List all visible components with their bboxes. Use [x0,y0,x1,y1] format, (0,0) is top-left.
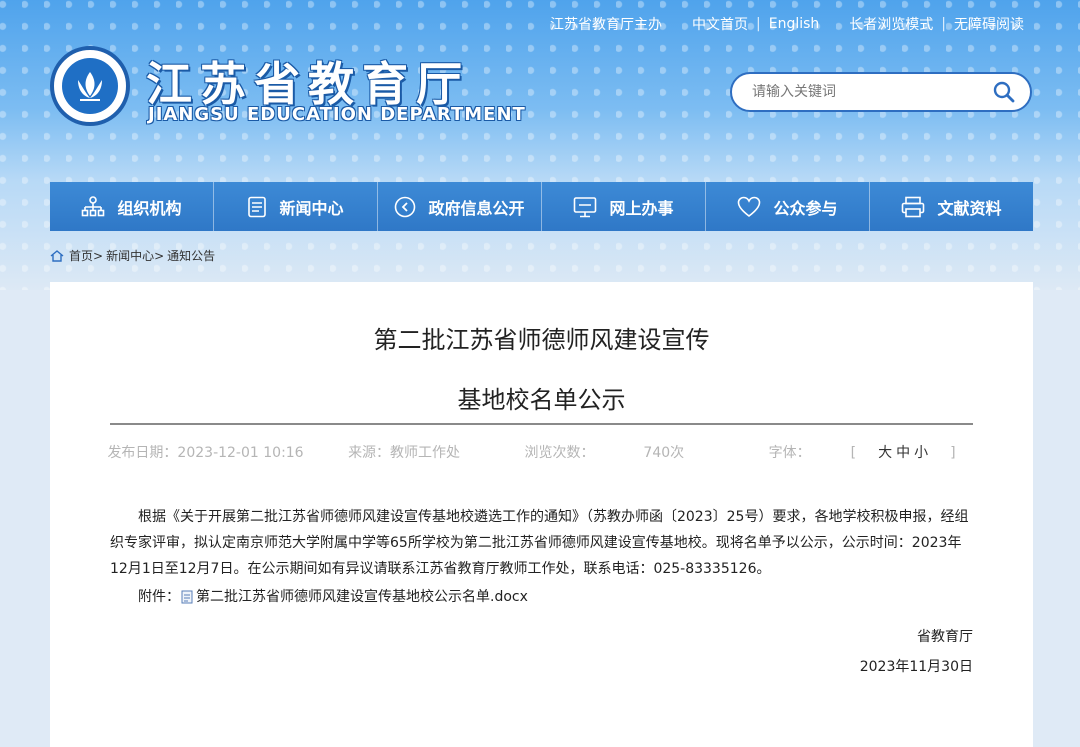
nav-label: 网上办事 [609,198,674,218]
nav-item-info-disclosure[interactable]: 政府信息公开 [378,182,542,231]
article-panel: 第二批江苏省师德师风建设宣传 基地校名单公示 发布日期：2023-12-01 1… [50,282,1033,747]
monitor-icon [574,196,597,217]
breadcrumb-home[interactable]: 首页 [69,247,93,264]
signature-date: 2023年11月30日 [859,659,973,675]
english-link[interactable]: English [769,16,820,32]
sponsor-text: 江苏省教育厅主办 [550,17,662,33]
nav-item-news[interactable]: 新闻中心 [214,182,378,231]
article-meta: 发布日期：2023-12-01 10:16 来源：教师工作处 浏览次数： 740… [50,442,1033,462]
chinese-home-link[interactable]: 中文首页 [692,14,748,34]
info-disclosure-icon [395,196,416,217]
logo-emblem-icon [62,58,118,114]
article-title-line1: 第二批江苏省师德师风建设宣传 [373,326,710,354]
attachment-row: 附件： 第二批江苏省师德师风建设宣传基地校公示名单.docx [110,584,973,610]
font-medium-button[interactable]: 中 [896,445,910,461]
view-count: 浏览次数： 740次 [524,445,685,461]
title-divider [110,423,973,425]
nav-label: 组织机构 [117,198,182,218]
main-nav: 组织机构 新闻中心 政府信息公开 网上办事 公众参与 文献资料 [50,182,1033,231]
search-icon[interactable] [992,80,1016,104]
nav-item-documents[interactable]: 文献资料 [870,182,1033,231]
search-box [730,72,1032,112]
heart-icon [738,196,761,217]
nav-item-organization[interactable]: 组织机构 [50,182,214,231]
org-chart-icon [82,195,105,216]
breadcrumb-sep: > [154,248,165,263]
nav-label: 新闻中心 [279,198,344,218]
nav-item-online-services[interactable]: 网上办事 [542,182,706,231]
font-size-switcher: 字体：[大中小] [768,445,956,461]
department-logo[interactable] [50,46,130,126]
separator: | [756,16,761,32]
breadcrumb: 首页 > 新闻中心 > 通知公告 [50,247,215,264]
attachment-link[interactable]: 第二批江苏省师德师风建设宣传基地校公示名单.docx [196,584,528,610]
breadcrumb-news[interactable]: 新闻中心 [106,247,154,264]
article-title-line2: 基地校名单公示 [457,386,626,414]
signature-org: 省教育厅 [917,629,973,645]
nav-label: 文献资料 [937,198,1002,218]
document-icon [181,590,193,604]
nav-label: 政府信息公开 [428,198,525,218]
article-source: 来源：教师工作处 [348,445,461,461]
elder-mode-link[interactable]: 长者浏览模式 [849,14,933,34]
news-icon [248,196,267,217]
publish-date: 发布日期：2023-12-01 10:16 [107,445,304,461]
attachment-label: 附件： [138,589,180,605]
home-icon [50,249,64,262]
printer-icon [902,196,925,217]
top-links-bar: 江苏省教育厅主办 中文首页 | English 长者浏览模式 | 无障碍阅读 [550,14,1024,34]
search-input[interactable] [752,84,992,100]
article-paragraph: 根据《关于开展第二批江苏省师德师风建设宣传基地校遴选工作的通知》（苏教办师函〔2… [110,509,969,577]
nav-item-public-participation[interactable]: 公众参与 [706,182,870,231]
breadcrumb-sep: > [93,248,104,263]
accessible-reading-link[interactable]: 无障碍阅读 [954,14,1024,34]
breadcrumb-notice[interactable]: 通知公告 [167,247,215,264]
font-large-button[interactable]: 大 [878,445,892,461]
separator: | [941,16,946,32]
nav-label: 公众参与 [773,198,838,218]
article-body: 根据《关于开展第二批江苏省师德师风建设宣传基地校遴选工作的通知》（苏教办师函〔2… [110,504,973,610]
site-name-en: JIANGSU EDUCATION DEPARTMENT [148,104,526,125]
font-small-button[interactable]: 小 [914,445,928,461]
